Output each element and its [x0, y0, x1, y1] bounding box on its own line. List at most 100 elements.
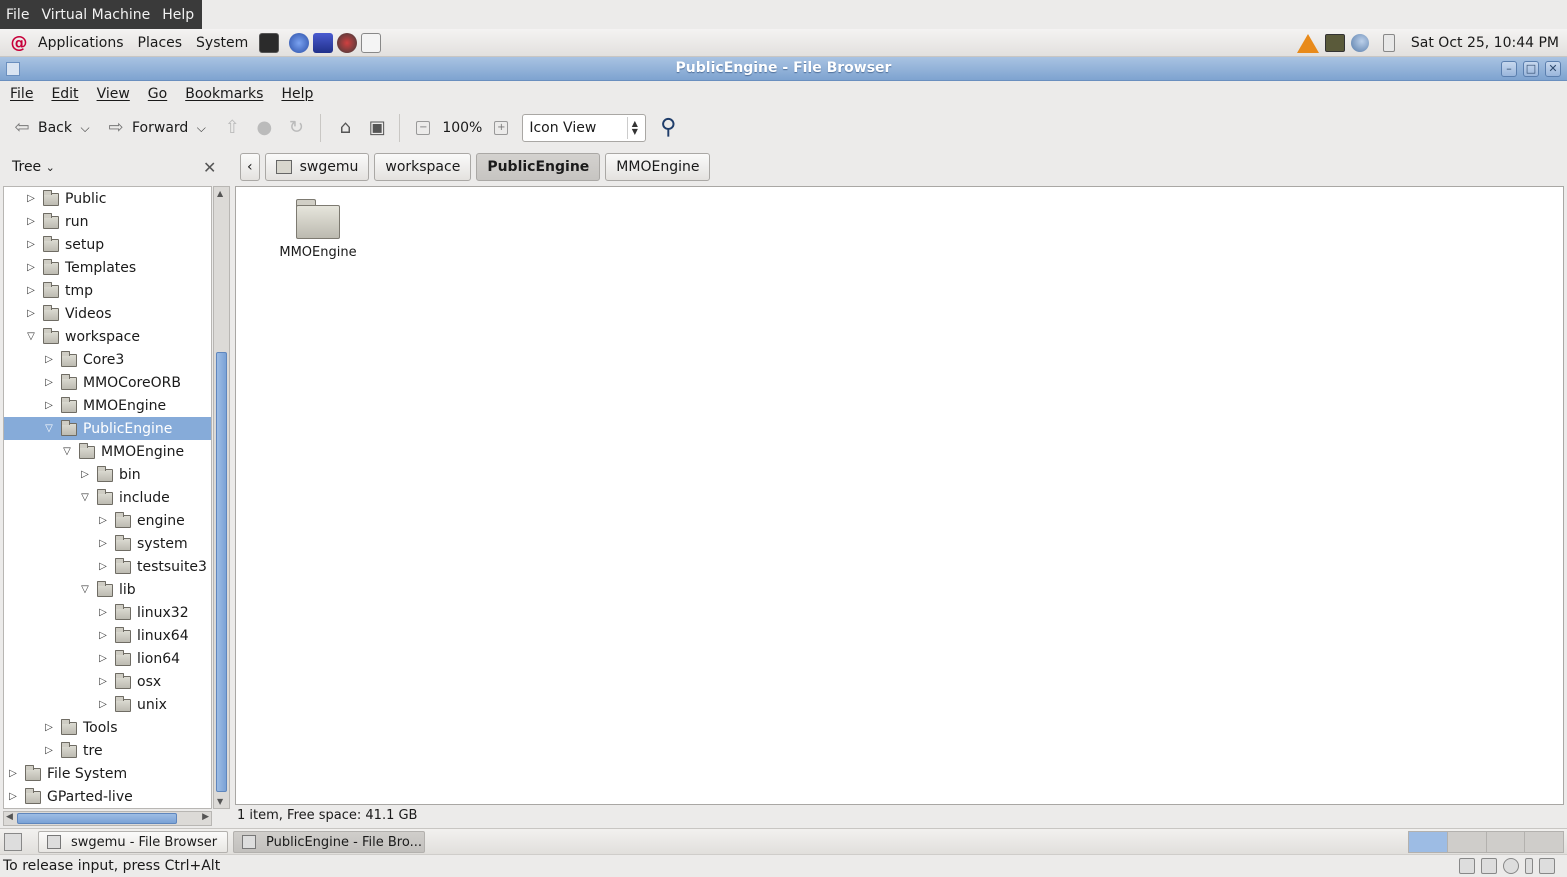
expander-closed-icon[interactable]: ▷ [97, 607, 109, 619]
zoom-in-icon[interactable]: + [494, 121, 509, 135]
maximize-icon[interactable]: □ [1523, 61, 1539, 77]
expander-closed-icon[interactable]: ▷ [97, 561, 109, 573]
scroll-up-icon[interactable]: ▲ [217, 189, 223, 198]
panel-menu-applications[interactable]: Applications [31, 35, 131, 51]
menu-edit[interactable]: Edit [41, 86, 86, 102]
file-view[interactable]: MMOEngine [235, 186, 1564, 805]
expander-closed-icon[interactable]: ▷ [79, 469, 91, 481]
tree-item[interactable]: ▷ lion64 [4, 647, 211, 670]
expander-closed-icon[interactable]: ▷ [7, 791, 19, 803]
expander-closed-icon[interactable]: ▷ [43, 354, 55, 366]
expander-closed-icon[interactable]: ▷ [43, 400, 55, 412]
tree-view[interactable]: ▷ Public ▷ run ▷ setup ▷ Templates ▷ tmp ▷ Videos ▽ w… [3, 186, 212, 809]
workspace-switcher[interactable] [1408, 831, 1564, 853]
tree-item[interactable]: ▷ unix [4, 693, 211, 716]
up-arrow-icon[interactable]: ⇧ [222, 118, 242, 138]
app-launcher-icon[interactable] [337, 32, 358, 53]
search-icon[interactable]: ⚲ [658, 117, 678, 139]
tree-item[interactable]: ▷ bin [4, 463, 211, 486]
expander-closed-icon[interactable]: ▷ [43, 722, 55, 734]
workspace-4[interactable] [1525, 832, 1563, 852]
disk-status-icon[interactable] [1481, 858, 1497, 874]
expander-closed-icon[interactable]: ▷ [97, 653, 109, 665]
view-mode-select[interactable]: Icon View ▲ ▼ [522, 114, 647, 142]
scroll-left-icon[interactable]: ◀ [6, 812, 13, 822]
help-launcher-icon[interactable] [361, 32, 382, 53]
panel-menu-system[interactable]: System [189, 35, 255, 51]
eclipse-launcher-icon[interactable] [313, 32, 334, 53]
tree-item[interactable]: ▷ tmp [4, 279, 211, 302]
pathbar-mmoengine[interactable]: MMOEngine [605, 153, 711, 181]
expander-closed-icon[interactable]: ▷ [25, 239, 37, 251]
menu-help[interactable]: Help [271, 86, 321, 102]
back-button[interactable]: ⇦ Back [6, 112, 78, 144]
network-status-icon[interactable] [1459, 858, 1475, 874]
warning-icon[interactable] [1296, 33, 1319, 53]
vm-menu-virtual-machine[interactable]: Virtual Machine [35, 7, 156, 23]
task-publicengine[interactable]: PublicEngine - File Bro... [233, 831, 425, 853]
expander-open-icon[interactable]: ▽ [61, 446, 73, 458]
workspace-3[interactable] [1486, 832, 1526, 852]
expander-closed-icon[interactable]: ▷ [7, 768, 19, 780]
vm-menu-help[interactable]: Help [156, 7, 200, 23]
menu-file[interactable]: File [0, 86, 41, 102]
expander-open-icon[interactable]: ▽ [79, 492, 91, 504]
expander-closed-icon[interactable]: ▷ [97, 538, 109, 550]
tree-item[interactable]: ▷ tre [4, 739, 211, 762]
sound-status-icon[interactable] [1539, 858, 1555, 874]
usb-status-icon[interactable] [1525, 858, 1533, 874]
tree-item[interactable]: ▷ linux32 [4, 601, 211, 624]
expander-closed-icon[interactable]: ▷ [25, 262, 37, 274]
zoom-out-icon[interactable]: − [416, 121, 431, 135]
tree-item[interactable]: ▷ MMOCoreORB [4, 371, 211, 394]
stop-icon[interactable]: ● [254, 118, 274, 138]
search-tray-icon[interactable] [1350, 34, 1369, 52]
tree-item[interactable]: ▽ lib [4, 578, 211, 601]
tree-item[interactable]: ▷ Tools [4, 716, 211, 739]
expander-open-icon[interactable]: ▽ [43, 423, 55, 435]
tree-item[interactable]: ▷ MMOEngine [4, 394, 211, 417]
tree-item[interactable]: ▷ osx [4, 670, 211, 693]
tree-item[interactable]: ▽ MMOEngine [4, 440, 211, 463]
back-history-chevron-icon[interactable]: ⌵ [78, 118, 92, 138]
expander-closed-icon[interactable]: ▷ [97, 630, 109, 642]
expander-closed-icon[interactable]: ▷ [97, 676, 109, 688]
forward-button[interactable]: ⇨ Forward [100, 112, 194, 144]
tree-item[interactable]: ▽ PublicEngine [4, 417, 211, 440]
expander-open-icon[interactable]: ▽ [25, 331, 37, 343]
pathbar-swgemu[interactable]: swgemu [264, 153, 370, 181]
close-side-pane-icon[interactable]: ✕ [203, 158, 216, 177]
expander-closed-icon[interactable]: ▷ [43, 377, 55, 389]
tree-vertical-scroll-thumb[interactable] [216, 352, 227, 792]
notes-icon[interactable] [1382, 34, 1395, 52]
vm-menu-file[interactable]: File [0, 7, 35, 23]
file-item-label[interactable]: MMOEngine [266, 245, 370, 260]
monitor-icon[interactable] [1324, 34, 1345, 52]
pathbar-scroll-left-button[interactable]: ‹ [240, 153, 260, 181]
close-icon[interactable]: ✕ [1545, 61, 1561, 77]
tree-item[interactable]: ▷ Public [4, 187, 211, 210]
tree-item[interactable]: ▽ workspace [4, 325, 211, 348]
expander-closed-icon[interactable]: ▷ [25, 308, 37, 320]
tree-item[interactable]: ▷ Templates [4, 256, 211, 279]
computer-icon[interactable]: ▣ [367, 118, 387, 138]
debian-logo-icon[interactable]: @ [10, 34, 28, 52]
panel-menu-places[interactable]: Places [131, 35, 190, 51]
scroll-down-icon[interactable]: ▼ [217, 797, 223, 806]
terminal-launcher-icon[interactable] [259, 32, 280, 53]
cdrom-status-icon[interactable] [1503, 858, 1519, 874]
tree-item[interactable]: ▷ GParted-live [4, 785, 211, 808]
workspace-2[interactable] [1447, 832, 1487, 852]
expander-closed-icon[interactable]: ▷ [97, 515, 109, 527]
tree-horizontal-scroll-thumb[interactable] [17, 813, 177, 824]
expander-closed-icon[interactable]: ▷ [25, 285, 37, 297]
tree-item[interactable]: ▷ Core3 [4, 348, 211, 371]
expander-open-icon[interactable]: ▽ [79, 584, 91, 596]
tree-item[interactable]: ▷ setup [4, 233, 211, 256]
tree-vertical-scrollbar[interactable]: ▲ ▼ [213, 186, 230, 809]
browser-launcher-icon[interactable] [289, 32, 310, 53]
folder-icon[interactable] [296, 199, 340, 239]
menu-view[interactable]: View [87, 86, 138, 102]
tree-horizontal-scrollbar[interactable]: ◀ ▶ [3, 811, 212, 826]
scroll-right-icon[interactable]: ▶ [202, 812, 209, 822]
